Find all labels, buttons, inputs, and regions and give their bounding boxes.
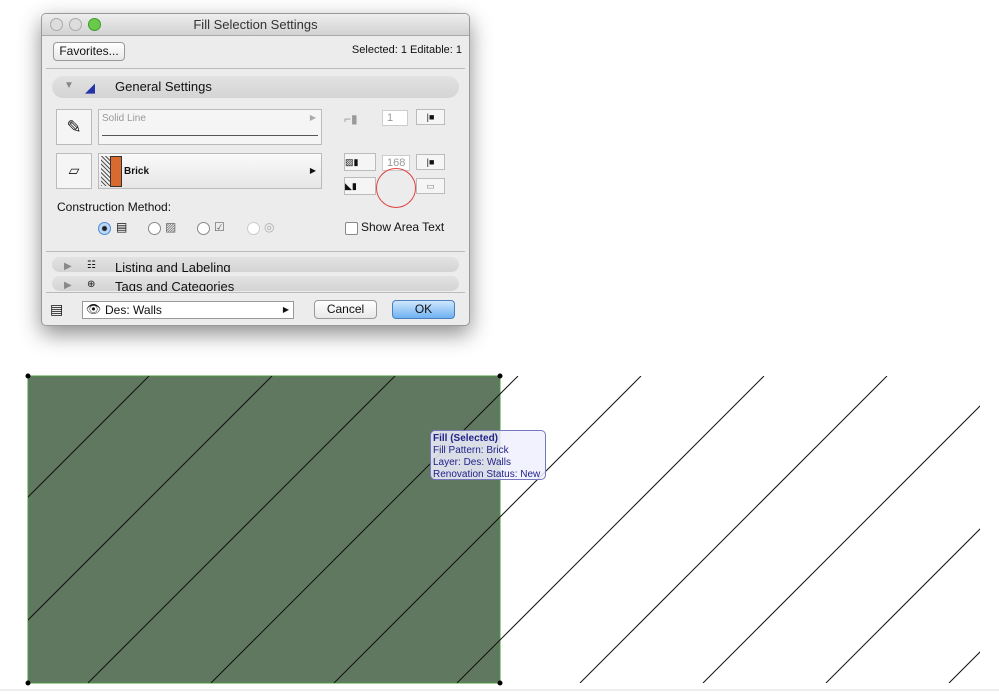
tooltip-title: Fill (Selected) (433, 433, 499, 444)
tooltip-layer: Layer: Des: Walls (433, 457, 511, 468)
line-type-value: Solid Line (102, 113, 146, 124)
hatch-line (702, 405, 980, 683)
divider (46, 68, 465, 69)
layer-value: Des: Walls (105, 303, 162, 317)
brick-swatch-icon (110, 156, 122, 187)
radio-checked-pattern[interactable] (197, 222, 210, 235)
fill-selection-settings-dialog: Fill Selection Settings Favorites... Sel… (41, 13, 470, 326)
dialog-title: Fill Selection Settings (193, 17, 318, 32)
layer-dropdown[interactable]: 👁 Des: Walls ▶ (82, 301, 294, 319)
arrow-right-icon: ▶ (282, 305, 289, 314)
selected-fill[interactable] (27, 375, 501, 684)
radio-solid-selected[interactable] (98, 222, 111, 235)
section-general-settings[interactable]: ▼ ◢ General Settings (52, 76, 459, 98)
section-listing-labeling[interactable]: ▶ ☷ Listing and Labeling (52, 257, 459, 272)
divider (46, 251, 465, 252)
hatched-method-icon: ▨ (165, 220, 177, 234)
zoom-button[interactable] (88, 18, 101, 31)
show-area-text-checkbox[interactable] (345, 222, 358, 235)
cancel-button[interactable]: Cancel (314, 300, 377, 319)
monitor-icon[interactable]: ▭ (416, 178, 445, 194)
show-area-text-label: Show Area Text (361, 220, 445, 234)
hatch-swatch-icon (101, 156, 110, 186)
image-method-icon: ◎ (264, 220, 275, 234)
highlight-circle (376, 168, 416, 208)
hatch-line (948, 651, 980, 683)
fill-pattern-value: Brick (124, 166, 150, 177)
selection-handle[interactable] (497, 680, 503, 686)
disclosure-open-icon: ▼ (64, 80, 74, 91)
construction-method-label: Construction Method: (57, 200, 172, 214)
hatch-line (579, 376, 888, 683)
disclosure-closed-icon: ▶ (64, 261, 72, 272)
tooltip-pattern: Fill Pattern: Brick (433, 445, 509, 456)
selection-info: Selected: 1 Editable: 1 (351, 44, 462, 56)
section-label: General Settings (115, 79, 212, 94)
line-type-selector[interactable]: Solid Line ▶ (98, 109, 322, 145)
section-tags-categories[interactable]: ▶ ⊕ Tags and Categories (52, 276, 459, 291)
pen-color-icon[interactable]: |■ (416, 109, 445, 125)
section-label: Listing and Labeling (115, 260, 231, 272)
arrow-right-icon: ▶ (309, 166, 316, 175)
radio-disabled[interactable] (247, 222, 260, 235)
radio-hatched[interactable] (148, 222, 161, 235)
ok-button[interactable]: OK (392, 300, 455, 319)
arrow-right-icon: ▶ (309, 113, 316, 122)
disclosure-closed-icon: ▶ (64, 280, 72, 291)
fill-pattern-selector[interactable]: Brick ▶ (98, 153, 322, 189)
title-bar[interactable]: Fill Selection Settings (42, 14, 469, 36)
solid-method-icon: ▤ (116, 220, 128, 234)
fill-type-icon[interactable]: ▱ (56, 153, 92, 189)
pen-color-icon[interactable]: |■ (416, 154, 445, 170)
selection-handle[interactable] (25, 373, 31, 379)
line-pen-field[interactable]: 1 (382, 110, 408, 126)
tags-icon: ⊕ (87, 279, 96, 290)
eye-icon: 👁 (86, 302, 102, 316)
fill-tool-icon: ◢ (85, 80, 95, 95)
line-pen-icon: ⌐▮ (344, 112, 358, 126)
hatch-line (456, 376, 765, 683)
section-label: Tags and Categories (115, 279, 235, 291)
layers-icon: ▤ (50, 301, 64, 317)
selection-handle[interactable] (25, 680, 31, 686)
close-button[interactable] (50, 18, 63, 31)
selection-handle[interactable] (497, 373, 503, 379)
fill-pen-icon[interactable]: ▨▮ (344, 153, 376, 171)
line-preview (102, 135, 318, 136)
minimize-button[interactable] (69, 18, 82, 31)
background-pen-icon[interactable]: ◣▮ (344, 177, 376, 195)
divider (46, 292, 465, 293)
line-type-icon[interactable]: ✎ (56, 109, 92, 145)
check-method-icon: ☑ (214, 220, 225, 234)
tooltip-status: Renovation Status: New (433, 469, 541, 480)
element-tooltip: Fill (Selected) Fill Pattern: Brick Laye… (430, 430, 546, 480)
hatch-line (825, 528, 980, 683)
listing-icon: ☷ (87, 260, 96, 271)
favorites-button[interactable]: Favorites... (53, 42, 125, 61)
